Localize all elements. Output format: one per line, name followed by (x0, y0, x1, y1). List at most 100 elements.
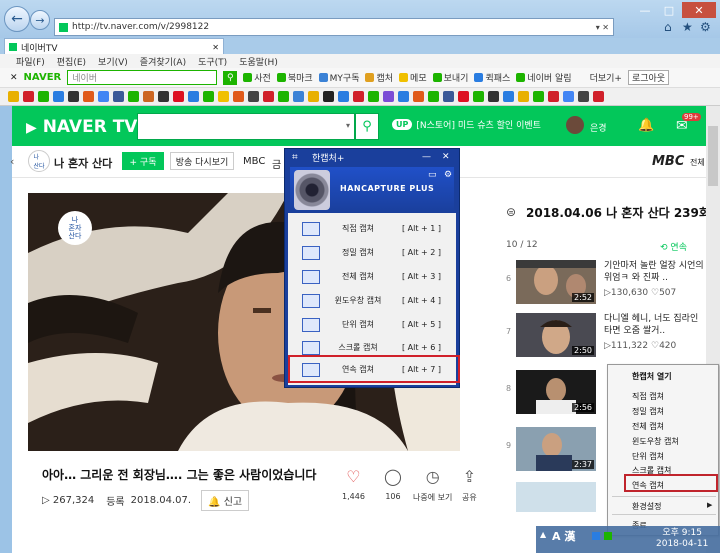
favorite-icon[interactable] (548, 91, 559, 102)
favorite-icon[interactable] (8, 91, 19, 102)
tab-naver-tv[interactable]: 네이버TV ✕ (4, 38, 224, 55)
replay-button[interactable]: 방송 다시보기 (170, 152, 234, 170)
back-button[interactable]: ← (4, 6, 30, 32)
channel-logo[interactable]: 나 산다 (28, 150, 50, 172)
favorite-icon[interactable] (533, 91, 544, 102)
favorites-star-icon[interactable]: ★ (682, 20, 693, 34)
toolbar-my-subscribe[interactable]: MY구독 (318, 71, 359, 84)
favorite-icon[interactable] (143, 91, 154, 102)
favorite-icon[interactable] (278, 91, 289, 102)
comment-action[interactable]: ◯ 106 (384, 467, 402, 501)
hc-full-capture[interactable]: 전체 캡쳐 [ Alt + 3 ] (290, 264, 456, 289)
playlist-item[interactable]: 6 2:52 기안마저 놀란 얼장 시언의 위엄ㅋ 와 진짜 .. ▷130,6… (506, 260, 706, 306)
menu-favorites[interactable]: 즐겨찾기(A) (140, 55, 186, 68)
favorite-icon[interactable] (518, 91, 529, 102)
favorite-icon[interactable] (428, 91, 439, 102)
network-label[interactable]: MBC (243, 156, 265, 167)
search-dropdown-icon[interactable]: ▾ (346, 121, 350, 130)
favorite-icon[interactable] (413, 91, 424, 102)
favorite-icon[interactable] (83, 91, 94, 102)
favorite-icon[interactable] (248, 91, 259, 102)
toolbar-bookmark[interactable]: 북마크 (276, 71, 313, 84)
ime-indicator[interactable]: A 漢 (552, 528, 575, 544)
menu-edit[interactable]: 편집(E) (57, 55, 86, 68)
menu-file[interactable]: 파일(F) (16, 55, 45, 68)
notification-bell-icon[interactable]: 🔔 (638, 118, 654, 133)
minimize-button[interactable]: — (634, 2, 656, 18)
favorite-icon[interactable] (368, 91, 379, 102)
favorite-icon[interactable] (173, 91, 184, 102)
naver-tv-logo[interactable]: ▶ NAVER TV (26, 117, 137, 137)
hc-unit-capture[interactable]: 단위 캡쳐 [ Alt + 5 ] (290, 312, 456, 337)
menu-help[interactable]: 도움말(H) (239, 55, 278, 68)
toolbar-more[interactable]: 더보기+ (590, 71, 622, 84)
toolbar-capture[interactable]: 캡처 (365, 71, 393, 84)
tray-app-icon[interactable] (592, 532, 600, 540)
logout-button[interactable]: 로그아웃 (627, 70, 670, 85)
favorite-icon[interactable] (563, 91, 574, 102)
favorite-icon[interactable] (113, 91, 124, 102)
favorite-icon[interactable] (293, 91, 304, 102)
favorite-icon[interactable] (383, 91, 394, 102)
hc-close-button[interactable]: ✕ (442, 152, 450, 162)
menu-view[interactable]: 보기(V) (98, 55, 128, 68)
favorite-icon[interactable] (218, 91, 229, 102)
favorite-icon[interactable] (473, 91, 484, 102)
favorite-icon[interactable] (323, 91, 334, 102)
continuous-play-toggle[interactable]: ⟲ 연속 (660, 240, 687, 253)
ctx-unit-capture[interactable]: 단위 캡쳐 (632, 451, 664, 462)
tray-app-icon[interactable] (604, 532, 612, 540)
naver-search-input[interactable]: 네이버 (67, 70, 218, 85)
tv-search-input[interactable]: ▾ (137, 113, 355, 140)
favorite-icon[interactable] (188, 91, 199, 102)
address-input[interactable]: http://tv.naver.com/v/2998122 ▾ ✕ (54, 18, 614, 36)
close-window-button[interactable]: ✕ (682, 2, 716, 18)
favorite-icon[interactable] (443, 91, 454, 102)
toolbar-send[interactable]: 보내기 (432, 71, 468, 84)
ctx-preferences[interactable]: 환경설정 (632, 501, 661, 512)
favorite-icon[interactable] (158, 91, 169, 102)
toolbar-naver-alert[interactable]: 네이버 알림 (516, 71, 572, 84)
favorite-icon[interactable] (23, 91, 34, 102)
channel-name[interactable]: 나 혼자 산다 (54, 155, 112, 171)
favorite-icon[interactable] (98, 91, 109, 102)
tv-search-button[interactable]: ⚲ (355, 113, 379, 140)
favorite-icon[interactable] (578, 91, 589, 102)
hc-direct-capture[interactable]: 직접 캡쳐 [ Alt + 1 ] (290, 216, 456, 241)
maximize-button[interactable]: □ (658, 2, 680, 18)
favorite-icon[interactable] (263, 91, 274, 102)
home-icon[interactable]: ⌂ (664, 20, 672, 34)
hc-minimize-button[interactable]: — (422, 152, 431, 162)
settings-gear-icon[interactable]: ⚙ (444, 170, 452, 180)
favorite-icon[interactable] (488, 91, 499, 102)
watch-later-action[interactable]: ◷ 나중에 보기 (413, 467, 452, 503)
favorite-icon[interactable] (458, 91, 469, 102)
favorite-icon[interactable] (233, 91, 244, 102)
favorite-icon[interactable] (203, 91, 214, 102)
ctx-direct-capture[interactable]: 직접 캡쳐 (632, 391, 664, 402)
favorite-icon[interactable] (353, 91, 364, 102)
tab-close-icon[interactable]: ✕ (212, 43, 219, 52)
favorite-icon[interactable] (128, 91, 139, 102)
favorite-icon[interactable] (398, 91, 409, 102)
hc-precise-capture[interactable]: 정밀 캡쳐 [ Alt + 2 ] (290, 240, 456, 265)
report-button[interactable]: 🔔 신고 (201, 490, 250, 511)
toolbar-memo[interactable]: 메모 (399, 71, 427, 84)
like-action[interactable]: ♡ 1,446 (342, 467, 365, 501)
hancapture-titlebar[interactable]: ⌗ 한캡처+ — ✕ (284, 148, 460, 166)
playlist-item[interactable]: 7 2:50 다니엘 헤니, 너도 집라인 타면 오줌 쌀거.. ▷111,32… (506, 313, 706, 359)
forward-button[interactable]: → (30, 10, 50, 30)
share-action[interactable]: ⇪ 공유 (462, 467, 477, 503)
dropdown-icon[interactable]: ▾ ✕ (596, 23, 609, 32)
ctx-window-capture[interactable]: 윈도우창 캡쳐 (632, 436, 679, 447)
naver-brand[interactable]: NAVER (24, 72, 62, 83)
hc-window-capture[interactable]: 윈도우창 캡쳐 [ Alt + 4 ] (290, 288, 456, 313)
avatar[interactable] (566, 116, 584, 134)
favorite-icon[interactable] (68, 91, 79, 102)
favorite-icon[interactable] (308, 91, 319, 102)
chevron-left-icon[interactable]: ‹ (10, 155, 14, 168)
menu-tools[interactable]: 도구(T) (198, 55, 227, 68)
mbc-logo[interactable]: MBC (652, 154, 684, 169)
ctx-open-hancapture[interactable]: 한캡처 열기 (632, 371, 672, 382)
ctx-precise-capture[interactable]: 정밀 캡쳐 (632, 406, 664, 417)
